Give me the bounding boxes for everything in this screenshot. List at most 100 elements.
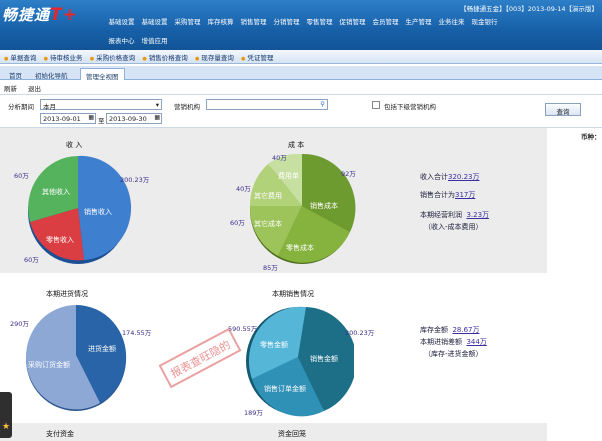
org-input[interactable]: ⚲ (206, 99, 328, 110)
account-info: 【畅捷通五金】【003】2013-09-14【演示版】 (460, 5, 598, 13)
date-to-field[interactable]: 2013-09-30 ▦ (106, 113, 162, 124)
menu-item-member[interactable]: 会员管理 (369, 16, 402, 26)
chevron-down-icon: ▾ (155, 101, 159, 109)
calendar-icon: ▦ (154, 114, 160, 121)
cash-panel: 支付资金 资金回笼 (0, 423, 547, 441)
cost-chart-title: 成 本 (288, 141, 305, 149)
income-slice-other-label: 其他收入 (42, 187, 70, 196)
quick-link-sales-price[interactable]: 销售价格查询 (142, 52, 188, 62)
search-icon[interactable]: ⚲ (320, 100, 325, 108)
quick-link-documents[interactable]: 单据查询 (4, 52, 36, 62)
operating-profit: 本期经营利润 3.23万 (420, 211, 490, 219)
purchase-pie-chart: 进货金额 采购订货金额 (25, 305, 127, 411)
cost-slice-retail-label: 零售成本 (286, 243, 314, 252)
sales-order-value: 189万 (244, 409, 263, 417)
cost-slice-fee-label: 费用单 (278, 171, 299, 180)
include-sub-checkbox[interactable] (372, 101, 380, 109)
sales-slice-retail-label: 零售金额 (260, 340, 288, 349)
date-to-value: 2013-09-30 (109, 115, 147, 123)
payment-chart-title: 支付资金 (46, 430, 74, 438)
quick-link-voucher[interactable]: 凭证管理 (241, 52, 273, 62)
date-to-separator: 至 (98, 117, 105, 125)
purchase-sales-diff: 本期进销差额 344万 (420, 338, 487, 346)
menu-item-value-added[interactable]: 增值应用 (138, 35, 171, 45)
menu-item-cash[interactable]: 现金银行 (468, 16, 501, 26)
action-bar: 刷新 退出 (0, 81, 602, 93)
cost-fee-value: 40万 (272, 154, 287, 162)
main-menu: 基础设置 基础设置 采购管理 库存核算 销售管理 分销管理 零售管理 促销管理 会员管理 生产管理… (105, 16, 600, 54)
query-button[interactable]: 查询 (545, 103, 581, 116)
filter-panel: 分析期间 本月 ▾ 2013-09-01 ▦ 至 2013-09-30 ▦ 营销机构 … (0, 94, 602, 128)
tab-overview[interactable]: 管理全视图 (80, 68, 125, 81)
top-banner: 畅捷通T+ 【畅捷通五金】【003】2013-09-14【演示版】 基础设置 基础… (0, 0, 602, 50)
date-from-field[interactable]: 2013-09-01 ▦ (40, 113, 96, 124)
income-pie-chart: 销售收入 零售收入 其他收入 (28, 155, 132, 264)
tab-bar: 首页 初始化导航 管理全视图 (0, 66, 602, 81)
calendar-icon: ▦ (88, 114, 94, 121)
income-retail-value: 60万 (24, 256, 39, 264)
income-cost-panel: 收 入 销售收入 零售收入 其他收入 200.23万 60万 60万 成 本 销… (0, 128, 547, 273)
quick-link-pending[interactable]: 待审核业务 (44, 52, 83, 62)
menu-item-reports[interactable]: 报表中心 (105, 35, 138, 45)
tab-home[interactable]: 首页 (4, 68, 27, 80)
date-from-value: 2013-09-01 (43, 115, 81, 123)
purchase-sales-panel: 本期进货情况 进货金额 采购订货金额 174.55万 290万 本期销售情况 销… (0, 273, 547, 423)
purchase-slice-order-label: 采购订货金额 (28, 360, 70, 369)
menu-item-purchase[interactable]: 采购管理 (171, 16, 204, 26)
refresh-button[interactable]: 刷新 (4, 83, 17, 93)
income-total: 收入合计320.23万 (420, 173, 480, 181)
menu-item-production[interactable]: 生产管理 (402, 16, 435, 26)
collection-chart-title: 资金回笼 (278, 430, 306, 438)
menu-item-distribution[interactable]: 分销管理 (270, 16, 303, 26)
menu-item-business[interactable]: 业务往来 (435, 16, 468, 26)
menu-item-retail[interactable]: 零售管理 (303, 16, 336, 26)
profit-note: （收入-成本费用） (424, 223, 483, 231)
menu-item-sales[interactable]: 销售管理 (237, 16, 270, 26)
app-logo: 畅捷通T+ (2, 5, 78, 25)
sales-chart-title: 本期销售情况 (272, 290, 314, 298)
menu-item-promotion[interactable]: 促销管理 (336, 16, 369, 26)
star-icon: ★ (1, 422, 11, 432)
sales-amount-value: 200.23万 (345, 329, 375, 337)
menu-item-inventory[interactable]: 库存核算 (204, 16, 237, 26)
income-slice-sales-label: 销售收入 (84, 207, 112, 216)
purchase-order-value: 290万 (10, 320, 29, 328)
cost-slice-other-expense-label: 其它费用 (254, 191, 282, 200)
diff-note: （库存-进货金额） (424, 350, 483, 358)
cost-slice-other-cost-label: 其它成本 (254, 219, 282, 228)
inventory-amount: 库存金额 28.67万 (420, 326, 480, 334)
sales-pie-chart: 销售金额 销售订单金额 零售金额 (246, 306, 354, 417)
income-chart-title: 收 入 (66, 141, 83, 149)
cost-other-expense-value: 40万 (236, 185, 251, 193)
period-value: 本月 (43, 103, 56, 111)
currency-label: 币种： (581, 133, 601, 141)
floating-favorite-button[interactable]: ★ (0, 392, 12, 438)
period-select[interactable]: 本月 ▾ (40, 99, 162, 111)
exit-button[interactable]: 退出 (28, 83, 41, 93)
cost-slice-sales-label: 销售成本 (310, 201, 338, 210)
retail-amount-value: 590.55万 (228, 325, 258, 333)
org-label: 营销机构 (174, 103, 200, 111)
cost-sales-value: 92万 (341, 170, 356, 178)
sales-slice-order-label: 销售订单金额 (264, 384, 306, 393)
sales-slice-sales-label: 销售金额 (310, 354, 338, 363)
tab-overview-label: 管理全视图 (86, 73, 119, 81)
include-sub-label: 包括下级营销机构 (384, 103, 436, 111)
purchase-chart-title: 本期进货情况 (46, 290, 88, 298)
quick-links-bar: 单据查询 待审核业务 采购价格查询 销售价格查询 现存量查询 凭证管理 (0, 50, 602, 64)
tab-init-nav[interactable]: 初始化导航 (30, 68, 73, 80)
side-panel: 币种： (547, 128, 602, 441)
income-slice-retail-label: 零售收入 (46, 235, 74, 244)
income-other-value: 60万 (14, 172, 29, 180)
cost-other-cost-value: 60万 (230, 219, 245, 227)
cost-retail-value: 85万 (263, 264, 278, 272)
menu-item-basic[interactable]: 基础设置 (105, 16, 138, 26)
quick-link-stock[interactable]: 现存量查询 (195, 52, 234, 62)
period-label: 分析期间 (8, 103, 34, 111)
quick-link-purchase-price[interactable]: 采购价格查询 (90, 52, 135, 62)
income-sales-value: 200.23万 (120, 176, 150, 184)
purchase-slice-purchase-label: 进货金额 (88, 344, 116, 353)
sales-total: 销售合计为317万 (420, 191, 476, 199)
purchase-amount-value: 174.55万 (122, 329, 152, 337)
menu-item-basic-2[interactable]: 基础设置 (138, 16, 171, 26)
